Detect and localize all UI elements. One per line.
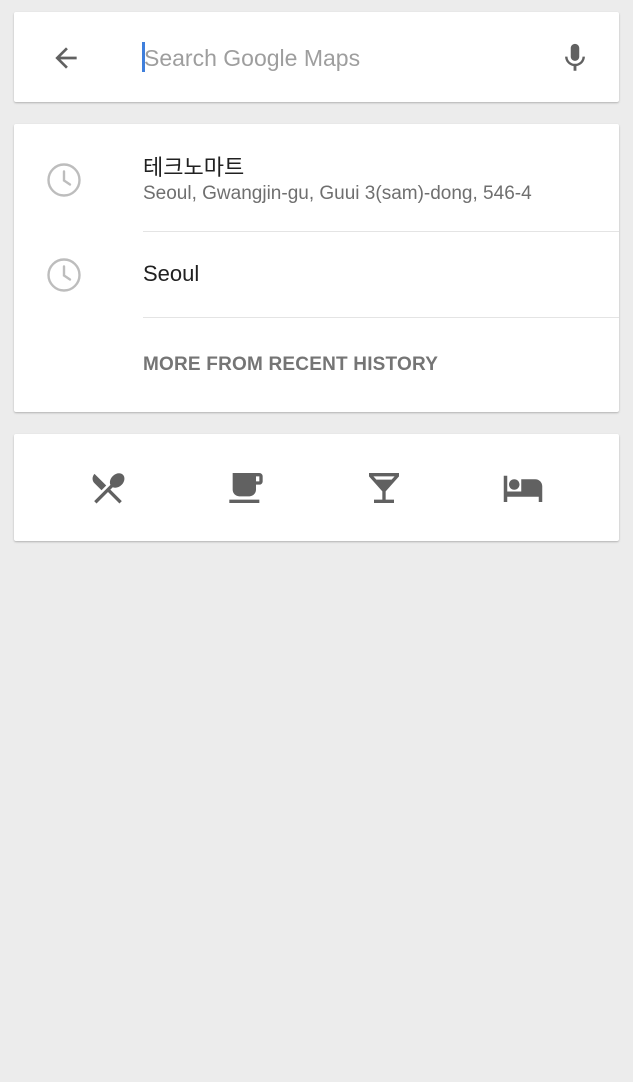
history-item-address: Seoul, Gwangjin-gu, Guui 3(sam)-dong, 54… — [143, 183, 532, 204]
cocktail-icon — [369, 473, 399, 503]
recent-history-card: 테크노마트 Seoul, Gwangjin-gu, Guui 3(sam)-do… — [14, 124, 619, 412]
arrow-back-icon — [55, 47, 77, 69]
clock-icon — [47, 163, 81, 197]
coffee-icon — [229, 473, 263, 503]
more-from-recent-history-button[interactable]: MORE FROM RECENT HISTORY — [143, 354, 438, 376]
microphone-icon — [565, 43, 585, 71]
back-button[interactable] — [48, 40, 84, 76]
hotels-button[interactable] — [501, 466, 545, 510]
hotel-icon — [503, 475, 543, 502]
coffee-button[interactable] — [224, 466, 268, 510]
restaurants-button[interactable] — [86, 466, 130, 510]
search-input[interactable] — [144, 38, 522, 78]
search-bar — [14, 12, 619, 102]
bars-button[interactable] — [362, 466, 406, 510]
history-item[interactable]: 테크노마트 Seoul, Gwangjin-gu, Guui 3(sam)-do… — [14, 124, 619, 230]
voice-search-button[interactable] — [557, 38, 593, 78]
history-item[interactable]: Seoul — [14, 232, 619, 318]
category-shortcuts — [14, 434, 619, 541]
search-field — [142, 38, 522, 78]
history-item-title: Seoul — [143, 261, 200, 286]
restaurant-icon — [92, 473, 125, 504]
history-item-title: 테크노마트 — [143, 155, 245, 180]
clock-icon — [47, 258, 81, 292]
divider — [143, 317, 619, 318]
